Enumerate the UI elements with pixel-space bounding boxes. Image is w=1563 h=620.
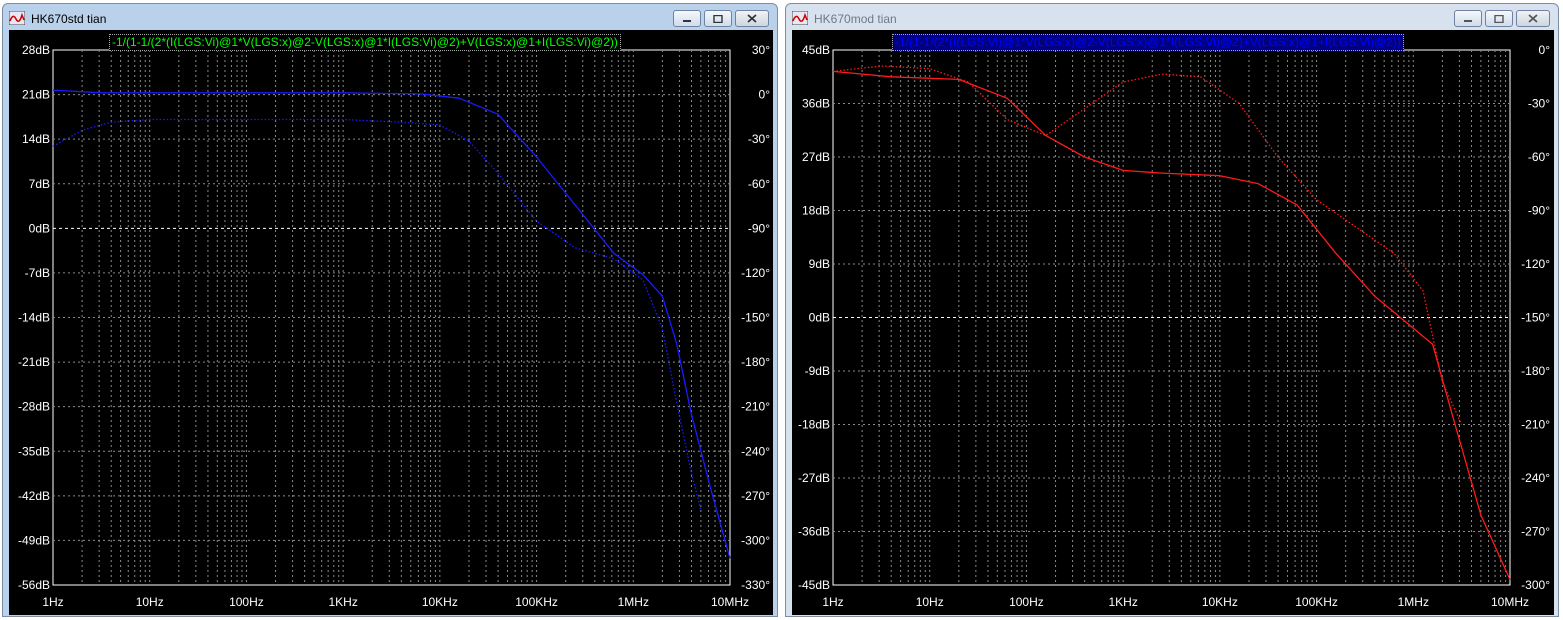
y-left-tick-label: -21dB — [18, 355, 50, 369]
minimize-button[interactable] — [1454, 10, 1482, 27]
y-left-tick-label: -9dB — [805, 364, 830, 378]
y-left-tick-label: 28dB — [22, 43, 50, 57]
close-icon — [1528, 14, 1538, 23]
y-right-tick-label: -150° — [1521, 311, 1550, 325]
window-title: HK670std tian — [31, 12, 107, 26]
bode-plot-area[interactable]: 28dB 30° 21dB 0° 14dB -30° 7dB -60° 0dB -90° -7dB -… — [9, 30, 773, 615]
x-tick-label: 10Hz — [136, 595, 164, 609]
maximize-button[interactable] — [1485, 10, 1513, 27]
y-right-tick-label: -120° — [1521, 257, 1550, 271]
x-tick-label: 1KHz — [1108, 595, 1137, 609]
y-left-tick-label: 27dB — [802, 150, 830, 164]
x-tick-label: 10MHz — [1491, 595, 1529, 609]
close-button[interactable] — [1516, 10, 1550, 27]
y-right-tick-label: -300° — [1521, 578, 1550, 592]
x-tick-label: 10KHz — [422, 595, 458, 609]
y-right-tick-label: -150° — [741, 311, 770, 325]
x-tick-label: 100KHz — [1295, 595, 1338, 609]
y-left-tick-label: 0dB — [29, 221, 50, 235]
y-left-tick-label: 0dB — [809, 311, 830, 325]
y-right-tick-label: 0° — [1539, 43, 1551, 57]
minimize-icon — [683, 19, 691, 22]
y-right-tick-label: -30° — [1528, 97, 1550, 111]
y-right-tick-label: 0° — [759, 88, 771, 102]
y-right-tick-label: -120° — [741, 266, 770, 280]
x-tick-label: 1Hz — [822, 595, 843, 609]
ltspice-waveform-icon — [792, 11, 808, 25]
bode-plot-mod[interactable]: 45dB 0° 36dB -30° 27dB -60° 18dB -90° 9dB -120° 0d… — [792, 30, 1554, 615]
y-left-tick-label: 9dB — [809, 257, 830, 271]
y-left-tick-label: -7dB — [25, 266, 50, 280]
y-left-tick-label: -28dB — [18, 400, 50, 414]
x-tick-label: 10MHz — [711, 595, 749, 609]
minimize-icon — [1464, 19, 1472, 22]
y-right-tick-label: -60° — [748, 177, 770, 191]
window-title: HK670mod tian — [814, 12, 897, 26]
y-left-tick-label: -35dB — [18, 444, 50, 458]
y-left-tick-label: 18dB — [802, 204, 830, 218]
y-left-tick-label: -36dB — [798, 525, 830, 539]
y-right-tick-label: -300° — [741, 533, 770, 547]
trace-expression-label[interactable]: -1/(1-1/(2*(I(LGS:Vi)@1*V(LGS:x)@2-V(LGS… — [892, 34, 1404, 51]
y-left-tick-label: -56dB — [18, 578, 50, 592]
x-tick-label: 10KHz — [1202, 595, 1238, 609]
trace-expression-label[interactable]: -1/(1-1/(2*(I(LGS:Vi)@1*V(LGS:x)@2-V(LGS… — [109, 34, 621, 51]
y-left-tick-label: -49dB — [18, 533, 50, 547]
y-left-tick-label: -45dB — [798, 578, 830, 592]
y-right-tick-label: -270° — [741, 489, 770, 503]
y-right-tick-label: -330° — [741, 578, 770, 592]
bode-plot-std[interactable]: 28dB 30° 21dB 0° 14dB -30° 7dB -60° 0dB -90° -7dB -… — [9, 30, 773, 615]
x-tick-label: 100KHz — [515, 595, 558, 609]
y-right-tick-label: -180° — [741, 355, 770, 369]
y-right-tick-label: -240° — [741, 444, 770, 458]
waveform-window-mod[interactable]: HK670mod tian 45dB 0° 36dB -30° 27dB -60° 18dB… — [785, 3, 1559, 617]
x-tick-label: 100Hz — [229, 595, 264, 609]
close-button[interactable] — [735, 10, 769, 27]
y-left-tick-label: 14dB — [22, 132, 50, 146]
x-tick-label: 1KHz — [328, 595, 357, 609]
maximize-button[interactable] — [704, 10, 732, 27]
y-left-tick-label: -27dB — [798, 471, 830, 485]
bode-plot-area[interactable]: 45dB 0° 36dB -30° 27dB -60° 18dB -90° 9dB -120° 0d… — [792, 30, 1554, 615]
x-tick-label: 1Hz — [42, 595, 63, 609]
y-left-tick-label: -42dB — [18, 489, 50, 503]
y-right-tick-label: -60° — [1528, 150, 1550, 164]
maximize-icon — [713, 14, 723, 23]
y-left-tick-label: 7dB — [29, 177, 50, 191]
y-right-tick-label: -210° — [741, 400, 770, 414]
y-left-tick-label: -14dB — [18, 311, 50, 325]
x-tick-label: 100Hz — [1009, 595, 1044, 609]
x-tick-label: 10Hz — [916, 595, 944, 609]
y-left-tick-label: -18dB — [798, 418, 830, 432]
waveform-window-std[interactable]: HK670std tian 28dB 30° 21dB 0° 14dB -30° 7dB -6… — [2, 3, 778, 617]
y-right-tick-label: -90° — [748, 221, 770, 235]
y-left-tick-label: 36dB — [802, 97, 830, 111]
y-right-tick-label: -30° — [748, 132, 770, 146]
y-left-tick-label: 45dB — [802, 43, 830, 57]
ltspice-waveform-icon — [9, 11, 25, 25]
x-tick-label: 1MHz — [1398, 595, 1429, 609]
x-tick-label: 1MHz — [618, 595, 649, 609]
y-right-tick-label: -270° — [1521, 525, 1550, 539]
y-right-tick-label: -240° — [1521, 471, 1550, 485]
maximize-icon — [1494, 14, 1504, 23]
y-left-tick-label: 21dB — [22, 88, 50, 102]
minimize-button[interactable] — [673, 10, 701, 27]
y-right-tick-label: -210° — [1521, 418, 1550, 432]
y-right-tick-label: 30° — [752, 43, 770, 57]
close-icon — [747, 14, 757, 23]
phase-trace[interactable] — [832, 65, 1463, 425]
y-right-tick-label: -90° — [1528, 204, 1550, 218]
y-right-tick-label: -180° — [1521, 364, 1550, 378]
